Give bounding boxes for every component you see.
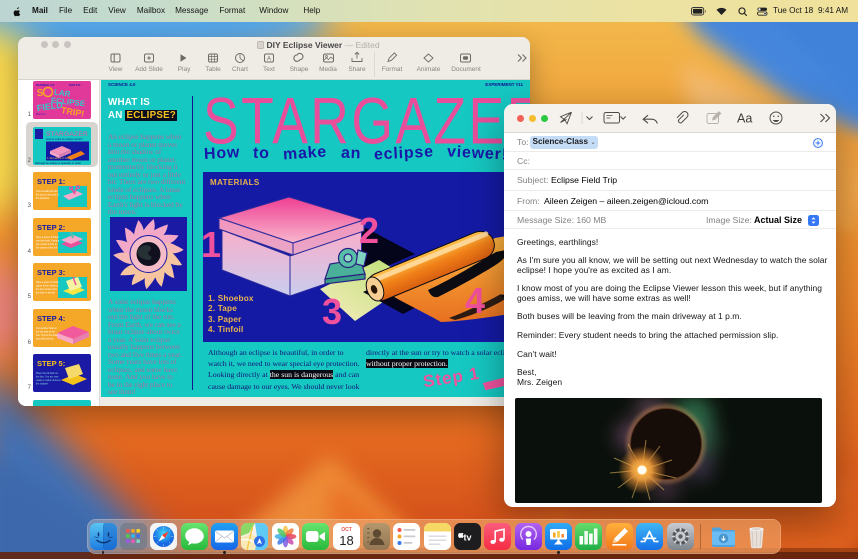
svg-text:the shoebox.: the shoebox. bbox=[36, 197, 50, 200]
svg-text:STEP 2:: STEP 2: bbox=[37, 223, 65, 232]
svg-text:1.Shoebox 2.Tape: 1.Shoebox 2.Tape bbox=[47, 156, 72, 160]
svg-text:STARGAZER: STARGAZER bbox=[46, 131, 88, 138]
svg-text:4: 4 bbox=[465, 280, 485, 321]
svg-text:STEP 5:: STEP 5: bbox=[37, 359, 65, 368]
svg-text:Although an eclipse is beautif: Although an eclipse is beautiful, in ord… bbox=[35, 161, 81, 165]
svg-text:the hole in the foil.: the hole in the foil. bbox=[36, 292, 56, 295]
svg-text:FIELD: FIELD bbox=[36, 100, 64, 114]
svg-text:1: 1 bbox=[203, 224, 221, 265]
svg-text:the eclipse!: the eclipse! bbox=[36, 383, 48, 386]
svg-text:STEP 4:: STEP 4: bbox=[37, 314, 65, 323]
svg-text:Mrs't p.m: Mrs't p.m bbox=[36, 113, 46, 116]
svg-text:the center of the foil.: the center of the foil. bbox=[36, 246, 58, 249]
svg-text:Aa: Aa bbox=[737, 112, 752, 126]
svg-text:How to make an eclipse viewer!: How to make an eclipse viewer! bbox=[46, 137, 83, 141]
svg-text:18: 18 bbox=[339, 533, 353, 548]
svg-text:A: A bbox=[267, 57, 271, 63]
svg-text:you will look into.: you will look into. bbox=[36, 337, 54, 340]
svg-text:tv: tv bbox=[463, 533, 471, 543]
svg-text:EXP #11: EXP #11 bbox=[69, 83, 81, 87]
svg-text:STEP 3:: STEP 3: bbox=[37, 268, 65, 277]
svg-text:2: 2 bbox=[359, 210, 379, 251]
svg-text:SCIENCE 4.0: SCIENCE 4.0 bbox=[36, 83, 55, 87]
svg-text:3: 3 bbox=[322, 291, 342, 332]
svg-text:STEP 1:: STEP 1: bbox=[37, 177, 65, 186]
